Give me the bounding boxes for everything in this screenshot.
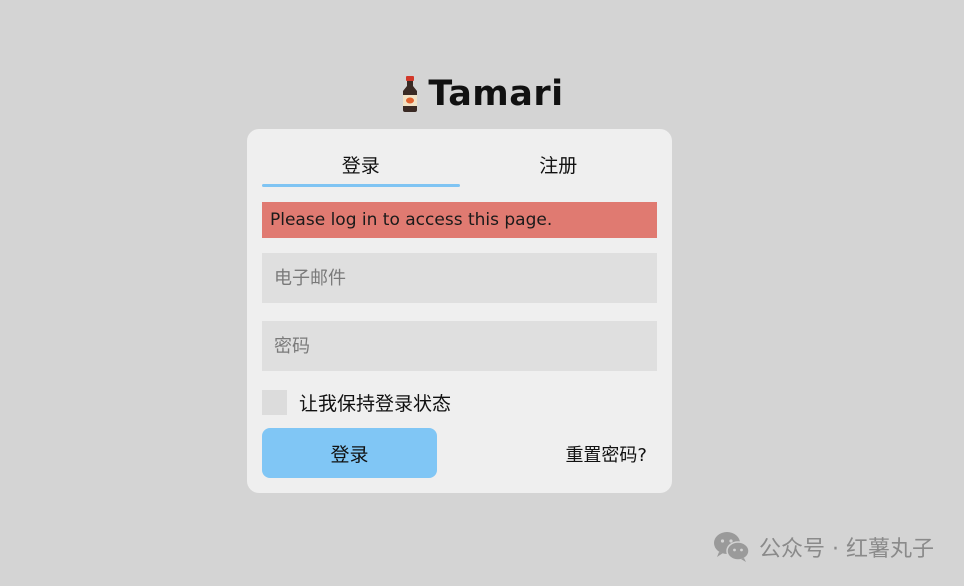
login-required-alert: Please log in to access this page. (262, 202, 657, 238)
tab-login[interactable]: 登录 (262, 141, 460, 187)
email-field[interactable] (262, 253, 657, 303)
soy-sauce-bottle-icon (403, 76, 418, 112)
watermark-text: 公众号 · 红薯丸子 (759, 537, 934, 562)
password-field[interactable] (262, 321, 657, 371)
remember-me-row: 让我保持登录状态 (262, 389, 451, 416)
login-button[interactable]: 登录 (262, 428, 437, 478)
remember-me-checkbox[interactable] (262, 390, 287, 415)
remember-me-label[interactable]: 让我保持登录状态 (299, 389, 451, 416)
app-title: Tamari (428, 74, 564, 114)
reset-password-link[interactable]: 重置密码? (565, 441, 647, 467)
alert-message: Please log in to access this page. (270, 210, 553, 230)
login-card: 登录 注册 Please log in to access this page.… (247, 129, 672, 493)
tab-register[interactable]: 注册 (460, 141, 658, 187)
auth-tabs: 登录 注册 (262, 141, 657, 187)
watermark: 公众号 · 红薯丸子 (713, 530, 934, 564)
wechat-icon (714, 532, 750, 562)
brand-header: Tamari (0, 74, 964, 114)
